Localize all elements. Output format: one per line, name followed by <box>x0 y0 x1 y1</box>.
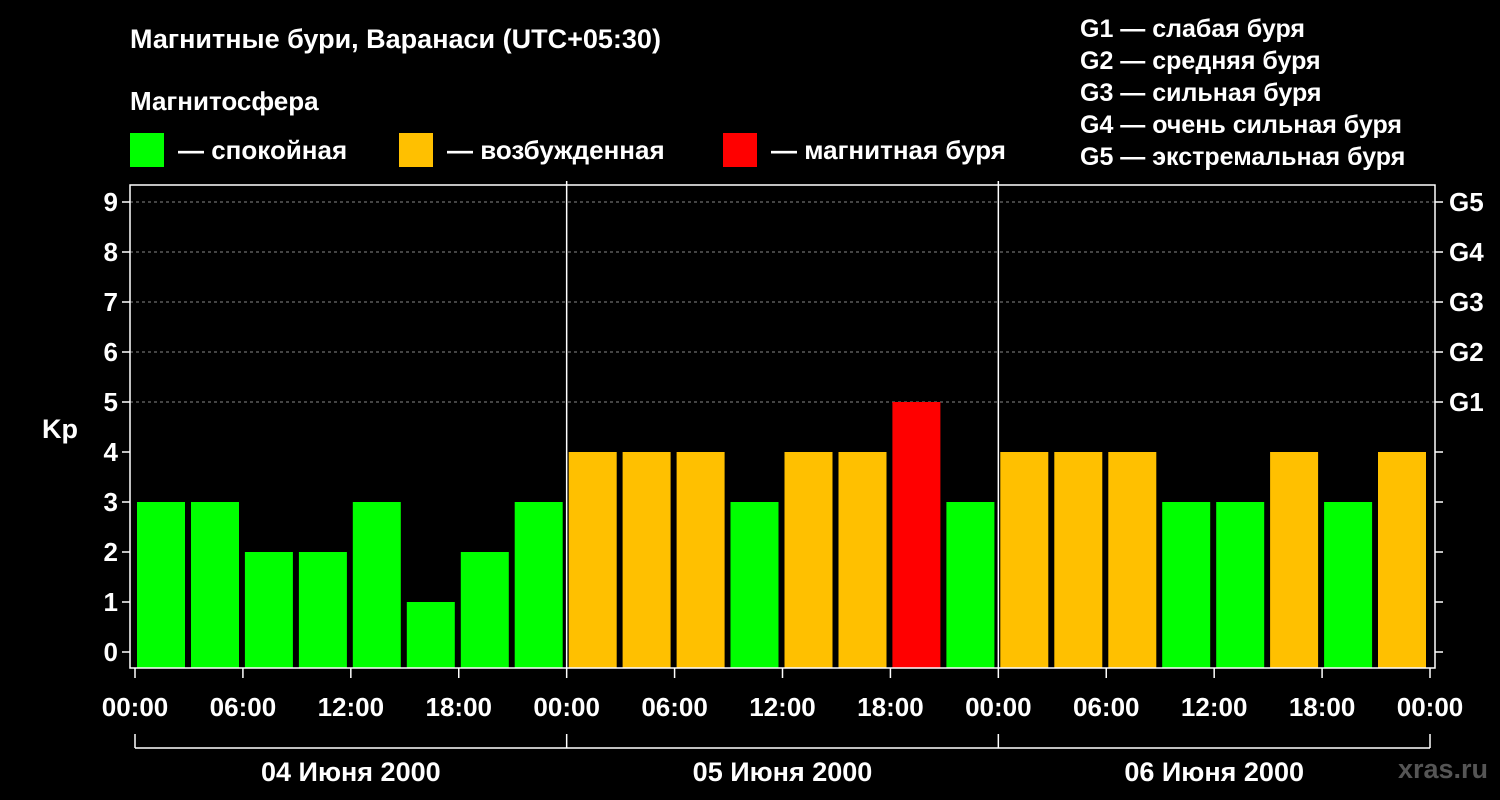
kp-bar <box>946 502 995 668</box>
kp-bar <box>244 552 293 668</box>
kp-bar <box>1000 452 1049 668</box>
x-tick-label: 12:00 <box>1181 692 1248 722</box>
x-tick-label: 00:00 <box>965 692 1032 722</box>
x-tick-label: 18:00 <box>426 692 493 722</box>
y-tick-label: 1 <box>104 587 118 617</box>
day-label: 06 Июня 2000 <box>1124 757 1304 787</box>
kp-bar <box>514 502 563 668</box>
x-tick-label: 18:00 <box>1289 692 1356 722</box>
kp-bar <box>838 452 887 668</box>
kp-bar <box>730 502 779 668</box>
day-label: 05 Июня 2000 <box>693 757 873 787</box>
kp-bar <box>1054 452 1103 668</box>
y-tick-label: 8 <box>104 237 118 267</box>
y-tick-label: 6 <box>104 337 118 367</box>
x-tick-label: 06:00 <box>210 692 277 722</box>
kp-bar <box>460 552 509 668</box>
kp-bar <box>406 602 455 668</box>
x-tick-label: 00:00 <box>102 692 169 722</box>
x-tick-label: 06:00 <box>641 692 708 722</box>
watermark: xras.ru <box>1397 754 1488 784</box>
g-tick-label: G1 <box>1449 387 1484 417</box>
kp-bar <box>1378 452 1426 668</box>
y-tick-label: 4 <box>104 437 119 467</box>
kp-bar <box>1324 502 1373 668</box>
kp-bar-chart: 0 1 2 3 4 5 6 7 8 9 G1 G2 G3 G4 G5 Kp 00:00 06:00 12:00 18:… <box>42 181 1484 787</box>
y-tick-label: 2 <box>104 537 118 567</box>
y-tick-label: 7 <box>104 287 118 317</box>
x-tick-label: 00:00 <box>533 692 600 722</box>
y-tick-label: 5 <box>104 387 118 417</box>
g-tick-label: G2 <box>1449 337 1484 367</box>
kp-bar <box>1108 452 1157 668</box>
y-tick-label: 9 <box>104 187 118 217</box>
g-tick-label: G4 <box>1449 237 1484 267</box>
y-axis-label: Kp <box>42 414 78 444</box>
x-tick-label: 06:00 <box>1073 692 1140 722</box>
g-tick-label: G5 <box>1449 187 1484 217</box>
kp-bar <box>892 402 941 668</box>
kp-bar <box>352 502 401 668</box>
day-label: 04 Июня 2000 <box>261 757 441 787</box>
kp-bar <box>191 502 239 668</box>
x-tick-label: 12:00 <box>749 692 816 722</box>
kp-bar <box>676 452 725 668</box>
kp-bar <box>1216 502 1265 668</box>
y-tick-label: 3 <box>104 487 118 517</box>
kp-bar <box>137 502 185 668</box>
x-tick-label: 12:00 <box>318 692 385 722</box>
x-tick-label: 00:00 <box>1397 692 1464 722</box>
kp-bar <box>784 452 833 668</box>
x-tick-label: 18:00 <box>857 692 924 722</box>
kp-bar <box>1162 502 1211 668</box>
kp-bar <box>1270 452 1319 668</box>
kp-bar <box>622 452 671 668</box>
kp-bar <box>568 452 617 668</box>
y-tick-label: 0 <box>104 637 118 667</box>
g-tick-label: G3 <box>1449 287 1484 317</box>
kp-bar <box>298 552 347 668</box>
